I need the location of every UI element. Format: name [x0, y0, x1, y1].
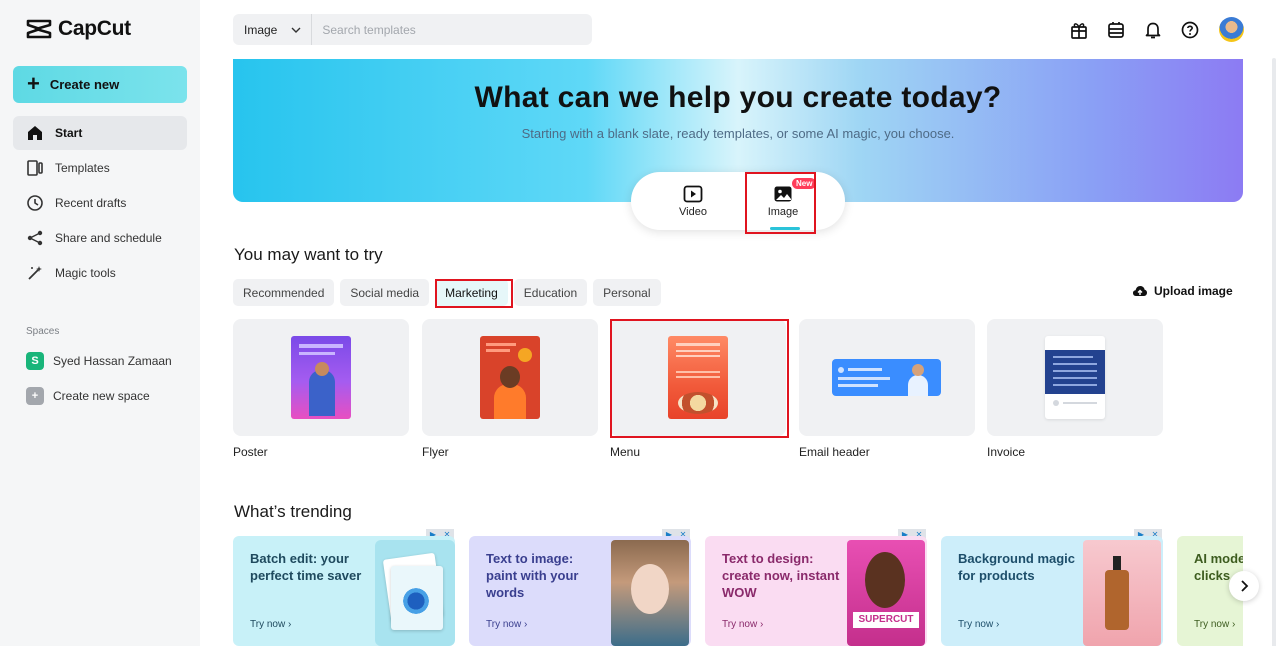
background-magic-image: [1083, 540, 1161, 646]
sidebar: CapCut + Create new Start Templates Rece…: [0, 0, 200, 646]
plus-icon: +: [27, 70, 40, 96]
brand-name: CapCut: [58, 17, 131, 40]
cloud-upload-icon: [1133, 286, 1147, 296]
top-toolbar: [1067, 17, 1244, 42]
highlight-box: [435, 279, 513, 308]
template-label-menu: Menu: [610, 445, 641, 459]
template-card-flyer[interactable]: [422, 319, 598, 436]
chip-personal[interactable]: Personal: [593, 279, 661, 306]
sidebar-item-label: Magic tools: [55, 266, 116, 280]
sidebar-item-start[interactable]: Start: [13, 116, 187, 150]
gift-icon[interactable]: [1067, 18, 1091, 42]
sidebar-item-templates[interactable]: Templates: [13, 151, 187, 185]
hero-subtitle: Starting with a blank slate, ready templ…: [521, 126, 955, 141]
email-header-thumbnail: [832, 359, 941, 396]
sidebar-item-label: Templates: [55, 161, 110, 175]
trending-card-title: Batch edit: your perfect time saver: [250, 551, 362, 583]
home-icon: [26, 124, 44, 142]
search-type-value: Image: [244, 22, 278, 37]
template-card-invoice[interactable]: [987, 319, 1163, 436]
templates-icon: [26, 159, 44, 177]
section-title-trending: What’s trending: [234, 502, 352, 521]
highlight-box: [610, 319, 789, 438]
trending-card-text-to-design[interactable]: Text to design: create now, instant WOW …: [705, 536, 927, 646]
sidebar-item-label: Share and schedule: [55, 231, 162, 245]
trending-carousel: Batch edit: your perfect time saver Try …: [233, 536, 1243, 646]
chevron-right-icon: [1241, 580, 1249, 592]
magic-wand-icon: [26, 264, 44, 282]
create-new-space-button[interactable]: + Create new space: [26, 387, 150, 405]
sidebar-item-share-schedule[interactable]: Share and schedule: [13, 221, 187, 255]
plus-icon: +: [26, 387, 44, 405]
chip-recommended[interactable]: Recommended: [233, 279, 335, 306]
invoice-thumbnail: [1045, 336, 1105, 419]
text-to-design-image: SUPERCUT: [847, 540, 925, 646]
trending-card-title: Text to image: paint with your words: [486, 551, 579, 600]
flyer-thumbnail: [480, 336, 540, 419]
template-label-poster: Poster: [233, 445, 268, 459]
template-label-flyer: Flyer: [422, 445, 449, 459]
text-to-image-portrait: [611, 540, 689, 646]
highlight-box: [745, 172, 816, 234]
trending-card-text-to-image[interactable]: Text to image: paint with your words Try…: [469, 536, 691, 646]
chip-education[interactable]: Education: [513, 279, 588, 306]
trending-card-title: Background magic for products: [958, 551, 1076, 583]
clock-icon: [26, 194, 44, 212]
spaces-heading: Spaces: [26, 326, 60, 337]
section-title-try: You may want to try: [234, 245, 383, 264]
search-input[interactable]: [312, 22, 592, 37]
trending-card-background-magic[interactable]: Background magic for products Try now ›: [941, 536, 1163, 646]
trending-card-batch-edit[interactable]: Batch edit: your perfect time saver Try …: [233, 536, 455, 646]
help-icon[interactable]: [1178, 18, 1202, 42]
space-item-personal[interactable]: S Syed Hassan Zamaan: [26, 352, 172, 370]
upload-image-label: Upload image: [1154, 284, 1233, 298]
storage-icon[interactable]: [1104, 18, 1128, 42]
chip-social-media[interactable]: Social media: [340, 279, 430, 306]
bell-icon[interactable]: [1141, 18, 1165, 42]
space-label: Syed Hassan Zamaan: [53, 354, 172, 368]
hero-title: What can we help you create today?: [474, 81, 1002, 114]
search-bar: Image: [233, 14, 592, 45]
template-label-email-header: Email header: [799, 445, 870, 459]
supercut-label: SUPERCUT: [853, 612, 919, 628]
poster-thumbnail: [291, 336, 351, 419]
capcut-logo[interactable]: CapCut: [26, 17, 131, 41]
share-icon: [26, 229, 44, 247]
create-new-button[interactable]: + Create new: [13, 66, 187, 103]
create-new-label: Create new: [49, 77, 120, 92]
try-now-link[interactable]: Try now ›: [250, 619, 291, 630]
sidebar-nav: Start Templates Recent drafts Share and …: [13, 116, 187, 291]
template-card-email-header[interactable]: [799, 319, 975, 436]
carousel-next-button[interactable]: [1229, 571, 1259, 601]
batch-edit-image: [375, 540, 455, 646]
sidebar-item-label: Start: [55, 126, 83, 140]
tab-video[interactable]: Video: [658, 172, 728, 230]
chevron-down-icon: [291, 27, 301, 33]
sidebar-item-label: Recent drafts: [55, 196, 127, 210]
try-now-link[interactable]: Try now ›: [722, 619, 763, 630]
template-card-poster[interactable]: [233, 319, 409, 436]
trending-card-title: Text to design: create now, instant WOW: [722, 551, 840, 600]
space-label: Create new space: [53, 389, 150, 403]
template-label-invoice: Invoice: [987, 445, 1026, 459]
capcut-logo-icon: [26, 19, 52, 39]
upload-image-button[interactable]: Upload image: [1132, 284, 1233, 298]
try-now-link[interactable]: Try now ›: [486, 619, 527, 630]
avatar[interactable]: [1219, 17, 1244, 42]
tab-video-label: Video: [679, 205, 707, 218]
sidebar-item-magic-tools[interactable]: Magic tools: [13, 256, 187, 290]
try-now-link[interactable]: Try now ›: [1194, 619, 1235, 630]
search-type-dropdown[interactable]: Image: [233, 14, 313, 45]
try-now-link[interactable]: Try now ›: [958, 619, 999, 630]
video-icon: [683, 185, 703, 202]
space-avatar: S: [26, 352, 44, 370]
page-scrollbar[interactable]: [1272, 58, 1278, 646]
sidebar-item-recent-drafts[interactable]: Recent drafts: [13, 186, 187, 220]
